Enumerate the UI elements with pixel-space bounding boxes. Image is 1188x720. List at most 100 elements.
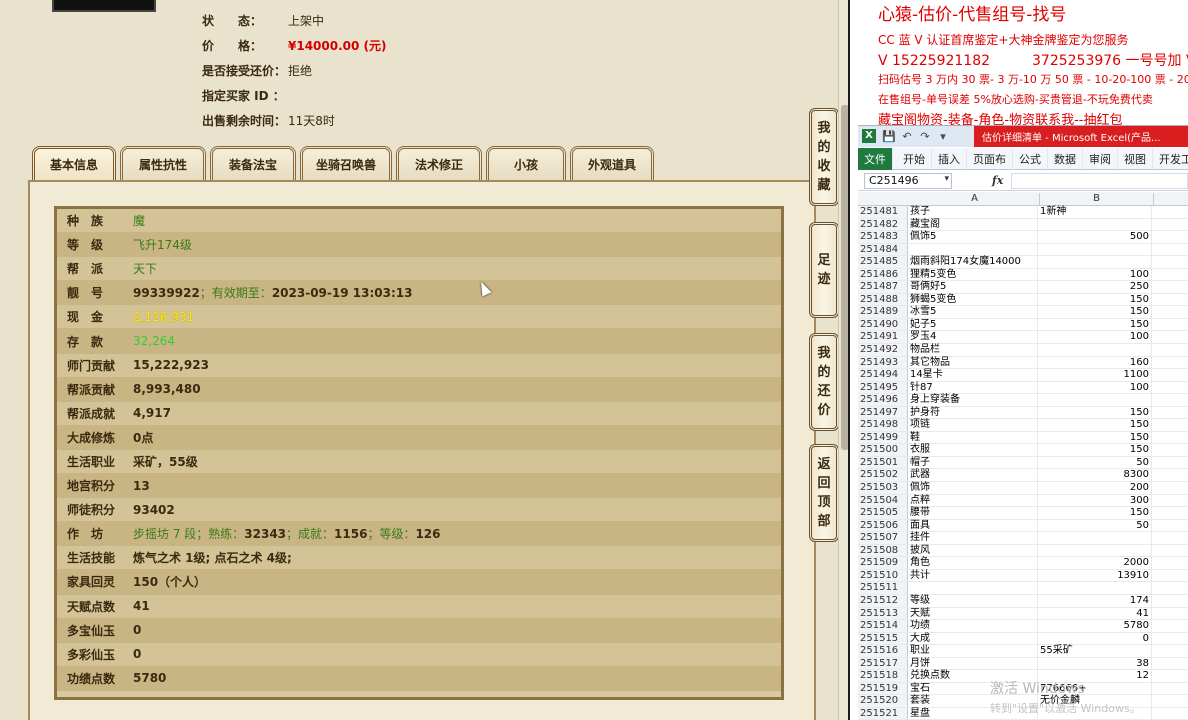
row-number[interactable]: 251505 [858,507,908,519]
cell-b[interactable]: 38 [1038,657,1152,670]
cell-c[interactable] [1152,595,1188,607]
back-to-top-button[interactable]: 返回顶部 [809,444,839,542]
cell-b[interactable]: 150 [1038,431,1152,444]
chevron-down-icon[interactable]: ▾ [944,174,949,184]
cell-b[interactable]: 150 [1038,306,1152,318]
cell-a[interactable]: 身上穿装备 [908,394,1038,406]
row-number[interactable]: 251499 [858,431,908,444]
cell-c[interactable] [1152,369,1188,381]
cell-c[interactable] [1152,658,1188,670]
row-number[interactable]: 251488 [858,293,908,306]
cell-c[interactable] [1152,294,1188,306]
row-number[interactable]: 251517 [858,657,908,670]
ribbon-tab[interactable]: 视图 [1118,147,1153,170]
cell-c[interactable] [1152,670,1188,682]
cell-a[interactable]: 职业 [908,645,1038,657]
cell-b[interactable]: 0 [1038,632,1152,645]
name-box[interactable]: C251496 ▾ [864,172,952,189]
cell-b[interactable]: 150 [1038,318,1152,331]
cell-b[interactable]: 2000 [1038,557,1152,569]
cell-a[interactable]: 烟雨斜阳174女魔14000 [908,256,1038,268]
cell-a[interactable]: 大成 [908,632,1038,645]
favorites-button[interactable]: 我的收藏 [809,108,839,206]
cell-c[interactable] [1152,219,1188,231]
cell-a[interactable]: 罗玉4 [908,331,1038,344]
cell-b[interactable]: 500 [1038,231,1152,243]
row-number[interactable]: 251487 [858,281,908,293]
cell-c[interactable] [1152,633,1188,645]
tab-7[interactable]: 外观道具 [570,146,654,180]
cell-b[interactable]: 150 [1038,293,1152,306]
customize-quick-access-icon[interactable]: ▾ [936,130,950,143]
cell-a[interactable]: 天赋 [908,607,1038,620]
row-number[interactable]: 251513 [858,607,908,620]
cell-b[interactable]: 160 [1038,356,1152,369]
cell-c[interactable] [1152,482,1188,494]
cell-c[interactable] [1152,645,1188,657]
cell-c[interactable] [1152,281,1188,293]
row-number[interactable]: 251515 [858,632,908,645]
row-number[interactable]: 251491 [858,331,908,344]
cell-c[interactable] [1152,306,1188,318]
character-thumbnail[interactable] [52,0,156,12]
cell-b[interactable]: 150 [1038,419,1152,431]
row-number[interactable]: 251521 [858,707,908,720]
row-number[interactable]: 251490 [858,318,908,331]
ribbon-tab[interactable]: 开发工 [1153,148,1188,170]
cell-c[interactable] [1152,419,1188,431]
cell-b[interactable]: 41 [1038,607,1152,620]
tab-5[interactable]: 法术修正 [396,146,482,180]
cell-a[interactable]: 狸精5变色 [908,268,1038,281]
row-number[interactable]: 251504 [858,494,908,507]
row-number[interactable]: 251494 [858,369,908,381]
row-number[interactable]: 251492 [858,344,908,356]
row-number[interactable]: 251516 [858,645,908,657]
cell-a[interactable]: 面具 [908,519,1038,532]
cell-c[interactable] [1152,495,1188,507]
cell-a[interactable]: 衣服 [908,444,1038,456]
cell-b[interactable] [1038,394,1152,406]
cell-b[interactable] [1038,532,1152,544]
ribbon-tab[interactable]: 公式 [1013,147,1048,170]
row-number[interactable]: 251510 [858,569,908,582]
cell-b[interactable]: 150 [1038,406,1152,419]
cell-c[interactable] [1152,557,1188,569]
cell-a[interactable] [908,582,1038,594]
row-number[interactable]: 251485 [858,256,908,268]
cell-c[interactable] [1152,695,1188,707]
row-number[interactable]: 251486 [858,268,908,281]
cell-c[interactable] [1152,620,1188,632]
save-icon[interactable]: 💾 [882,130,896,143]
row-number[interactable]: 251509 [858,557,908,569]
row-number[interactable]: 251489 [858,306,908,318]
cell-c[interactable] [1152,394,1188,406]
cell-a[interactable] [908,243,1038,256]
cell-c[interactable] [1152,708,1188,720]
cell-b[interactable]: 300 [1038,494,1152,507]
cell-b[interactable]: 250 [1038,281,1152,293]
cell-b[interactable]: 100 [1038,268,1152,281]
cell-b[interactable]: 50 [1038,456,1152,469]
row-number[interactable]: 251518 [858,670,908,682]
cell-b[interactable]: 174 [1038,594,1152,607]
cell-a[interactable]: 挂件 [908,532,1038,544]
cell-c[interactable] [1152,532,1188,544]
cell-b[interactable] [1038,344,1152,356]
cell-b[interactable]: 100 [1038,331,1152,344]
cell-a[interactable]: 腰带 [908,507,1038,519]
row-number[interactable]: 251481 [858,206,908,218]
cell-a[interactable]: 角色 [908,557,1038,569]
cell-b[interactable]: 55采矿 [1038,645,1152,657]
cell-c[interactable] [1152,457,1188,469]
scrollbar-thumb[interactable] [841,105,848,450]
cell-a[interactable]: 物品栏 [908,344,1038,356]
cell-b[interactable]: 8300 [1038,469,1152,482]
cell-a[interactable]: 点粹 [908,494,1038,507]
redo-icon[interactable]: ↷ [918,130,932,143]
cell-b[interactable]: 1新神 [1038,206,1152,218]
ribbon-tab[interactable]: 数据 [1048,147,1083,170]
cell-c[interactable] [1152,432,1188,444]
cell-c[interactable] [1152,382,1188,394]
cell-c[interactable] [1152,444,1188,456]
cell-c[interactable] [1152,344,1188,356]
